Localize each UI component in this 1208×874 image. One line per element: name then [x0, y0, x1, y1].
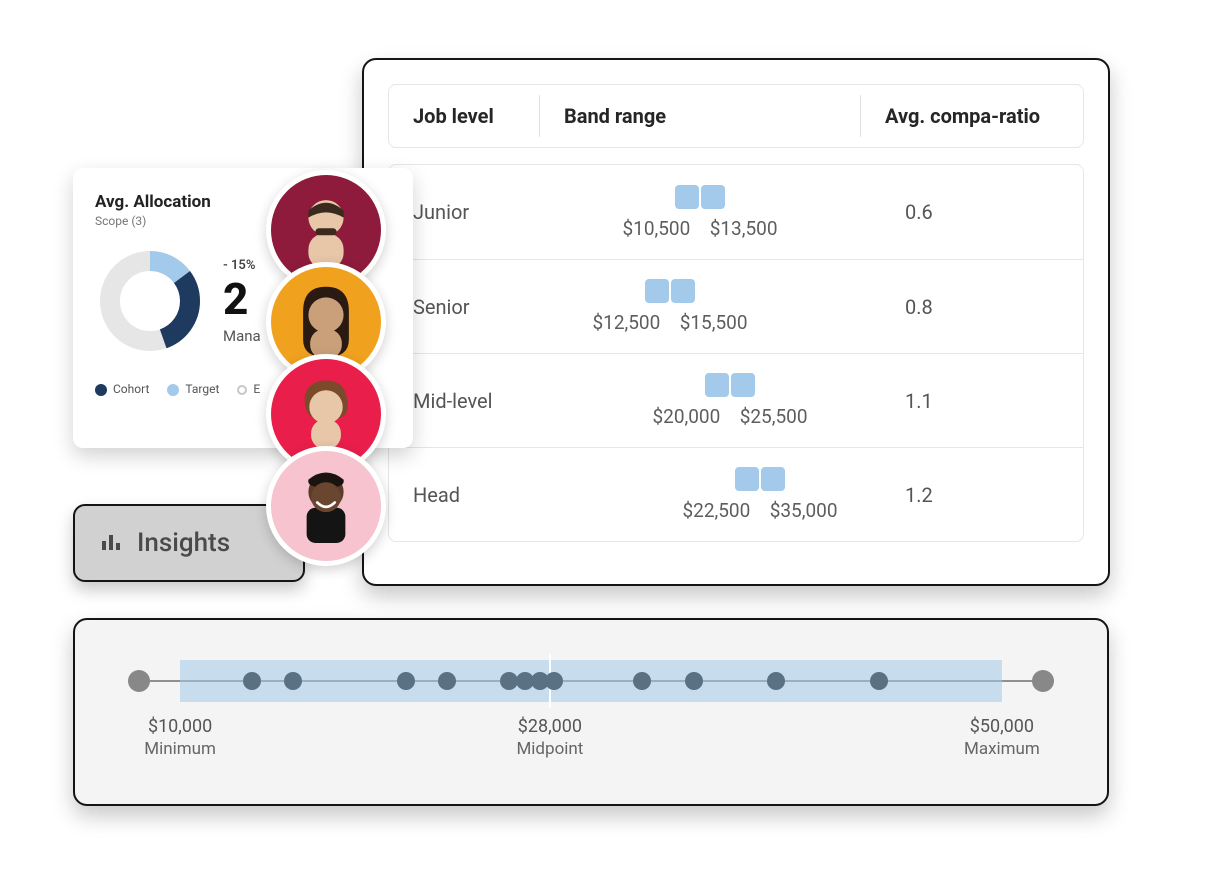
band-high: $35,000	[770, 499, 838, 522]
table-row: Senior$12,500 $15,5000.8	[389, 259, 1083, 353]
range-label-mid: $28,000Midpoint	[516, 716, 583, 759]
allocation-donut-chart	[95, 246, 205, 356]
range-data-point	[633, 672, 651, 690]
cell-compa-ratio: 1.1	[861, 389, 1083, 413]
band-low: $10,500	[622, 217, 690, 240]
range-data-point	[500, 672, 518, 690]
band-high: $13,500	[710, 217, 778, 240]
range-data-point	[545, 672, 563, 690]
cell-job-level: Head	[389, 483, 539, 507]
range-data-point	[767, 672, 785, 690]
insights-label: Insights	[137, 528, 230, 558]
band-high: $15,500	[680, 311, 748, 334]
cell-compa-ratio: 1.2	[861, 483, 1083, 507]
legend-target: Target	[167, 382, 219, 396]
salary-range-labels: $10,000Minimum $28,000Midpoint $50,000Maxi…	[139, 716, 1043, 768]
compa-ratio-table-card: Job level Band range Avg. compa-ratio Ju…	[362, 58, 1110, 586]
cell-compa-ratio: 0.6	[861, 200, 1083, 224]
cell-band-range: $12,500 $15,500	[539, 279, 861, 334]
table-row: Junior$10,500 $13,5000.6	[389, 165, 1083, 259]
band-low: $12,500	[592, 311, 660, 334]
range-data-point	[243, 672, 261, 690]
cell-compa-ratio: 0.8	[861, 295, 1083, 319]
table-body: Junior$10,500 $13,5000.6Senior$12,500 $1…	[388, 164, 1084, 542]
avatar-stack	[266, 170, 406, 570]
col-band-range: Band range	[540, 85, 860, 147]
range-end-dot	[128, 670, 150, 692]
col-compa-ratio: Avg. compa-ratio	[861, 85, 1083, 147]
range-data-point	[397, 672, 415, 690]
band-low: $20,000	[652, 405, 720, 428]
salary-range-strip	[139, 660, 1043, 702]
range-data-point	[685, 672, 703, 690]
range-label-min: $10,000Minimum	[144, 716, 216, 759]
table-header: Job level Band range Avg. compa-ratio	[388, 84, 1084, 148]
allocation-label-truncated: Mana	[223, 327, 261, 345]
range-data-point	[870, 672, 888, 690]
allocation-delta: - 15%	[223, 258, 261, 273]
legend-extra: E	[237, 382, 260, 396]
avatar	[266, 446, 386, 566]
cell-band-range: $22,500 $35,000	[539, 467, 861, 522]
table-row: Head$22,500 $35,0001.2	[389, 447, 1083, 541]
legend-cohort: Cohort	[95, 382, 149, 396]
table-row: Mid-level$20,000 $25,5001.1	[389, 353, 1083, 447]
range-label-max: $50,000Maximum	[964, 716, 1040, 759]
range-end-dot	[1032, 670, 1054, 692]
cell-band-range: $10,500 $13,500	[539, 185, 861, 240]
band-low: $22,500	[682, 499, 750, 522]
cell-band-range: $20,000 $25,500	[539, 373, 861, 428]
col-job-level: Job level	[389, 85, 539, 147]
allocation-value: 2	[223, 273, 261, 325]
salary-range-card: $10,000Minimum $28,000Midpoint $50,000Maxi…	[73, 618, 1109, 806]
range-data-point	[284, 672, 302, 690]
range-data-point	[438, 672, 456, 690]
band-high: $25,500	[740, 405, 808, 428]
bar-chart-icon	[99, 529, 123, 557]
